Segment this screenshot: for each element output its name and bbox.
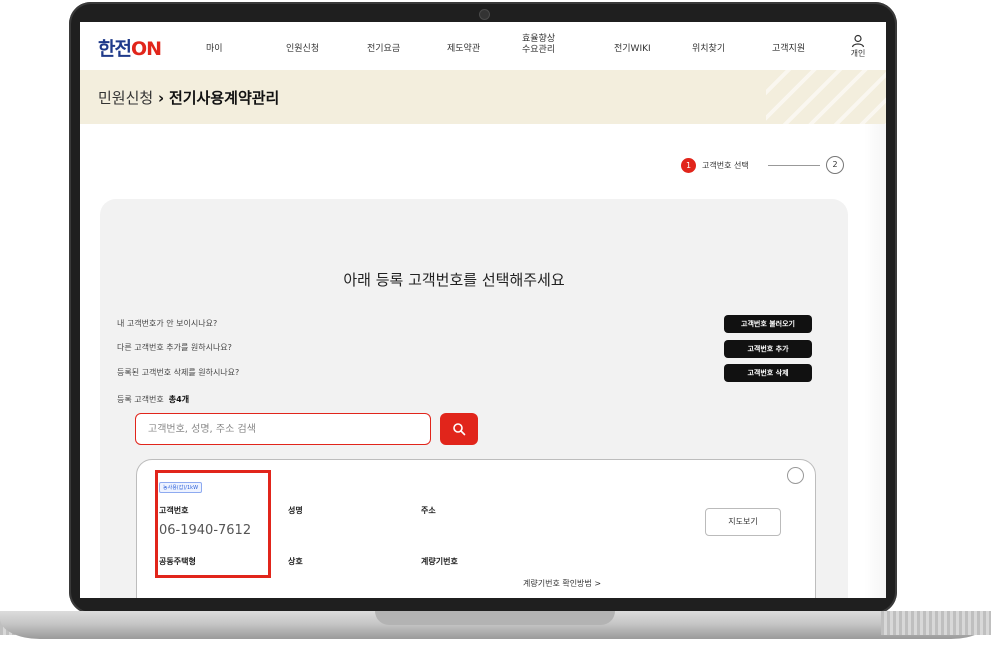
breadcrumb-parent[interactable]: 민원신청 xyxy=(98,89,153,107)
customer-card[interactable]: 농사용(갑)/1kW 고객번호 06-1940-7612 공동주택형 성명 상호… xyxy=(136,459,816,598)
nav-item-support[interactable]: 고객지원 xyxy=(772,41,805,54)
count-value: 총4개 xyxy=(168,395,190,404)
address-label: 주소 xyxy=(421,506,436,515)
user-icon xyxy=(851,34,865,48)
user-label: 개인 xyxy=(850,49,866,58)
view-map-button[interactable]: 지도보기 xyxy=(705,508,781,536)
logo-on-text: ON xyxy=(130,38,162,60)
nav-item-my[interactable]: 마이 xyxy=(206,41,223,54)
kepco-on-logo[interactable]: 한전ON xyxy=(98,34,162,61)
highlight-box xyxy=(155,470,271,578)
question-delete: 등록된 고객번호 삭제를 원하시나요? xyxy=(117,368,240,377)
screen: 한전ON 마이 인원신청 전기요금 제도약관 효율향상 수요관리 전기WIKI … xyxy=(80,22,886,598)
add-customer-number-button[interactable]: 고객번호 추가 xyxy=(724,340,812,358)
step-2-indicator: 2 xyxy=(826,156,844,174)
name-label: 성명 xyxy=(288,506,303,515)
search-button[interactable] xyxy=(440,413,478,445)
logo-text: 한전 xyxy=(98,38,132,60)
top-nav: 한전ON 마이 인원신청 전기요금 제도약관 효율향상 수요관리 전기WIKI … xyxy=(80,22,886,70)
laptop-base-right xyxy=(881,611,991,635)
page-title: 전기사용계약관리 xyxy=(168,89,280,107)
breadcrumb-band: 민원신청 › 전기사용계약관리 xyxy=(80,70,886,124)
camera-icon xyxy=(479,9,490,20)
search-icon xyxy=(453,423,466,436)
nav-item-location[interactable]: 위치찾기 xyxy=(692,41,725,54)
nav-item-terms[interactable]: 제도약관 xyxy=(447,41,480,54)
registered-count: 등록 고객번호 총4개 xyxy=(117,394,189,405)
load-customer-number-button[interactable]: 고객번호 불러오기 xyxy=(724,315,812,333)
nav-item-bill[interactable]: 전기요금 xyxy=(367,41,400,54)
panel-title: 아래 등록 고객번호를 선택해주세요 xyxy=(343,271,565,289)
trade-name-label: 상호 xyxy=(288,557,303,566)
nav-efficiency-line2: 수요관리 xyxy=(522,45,556,55)
breadcrumb: 민원신청 › 전기사용계약관리 xyxy=(98,87,279,108)
meter-check-link[interactable]: 계량기번호 확인방법 > xyxy=(523,578,601,589)
select-radio[interactable] xyxy=(787,467,804,484)
question-missing: 내 고객번호가 안 보이시나요? xyxy=(117,319,218,328)
meter-number-label: 계량기번호 xyxy=(421,557,458,566)
laptop-notch xyxy=(375,611,615,625)
user-menu[interactable]: 개인 xyxy=(848,34,868,59)
count-label: 등록 고객번호 xyxy=(117,395,164,404)
nav-item-wiki[interactable]: 전기WIKI xyxy=(614,41,651,54)
customer-number-panel: 아래 등록 고객번호를 선택해주세요 내 고객번호가 안 보이시나요? 다른 고… xyxy=(100,199,848,598)
search-input[interactable] xyxy=(135,413,431,445)
nav-item-civil[interactable]: 인원신청 xyxy=(286,41,319,54)
step-1-indicator: 1 xyxy=(681,158,696,173)
nav-efficiency-line1: 효율향상 xyxy=(522,34,556,44)
step-1-label: 고객번호 선택 xyxy=(702,161,749,170)
step-connector xyxy=(768,165,820,166)
question-add: 다른 고객번호 추가를 원하시나요? xyxy=(117,343,232,352)
delete-customer-number-button[interactable]: 고객번호 삭제 xyxy=(724,364,812,382)
nav-item-efficiency[interactable]: 효율향상 수요관리 xyxy=(522,34,555,56)
scroll-shadow xyxy=(864,124,886,598)
chevron-right-icon: › xyxy=(157,89,165,107)
decorative-stripes xyxy=(766,70,886,124)
